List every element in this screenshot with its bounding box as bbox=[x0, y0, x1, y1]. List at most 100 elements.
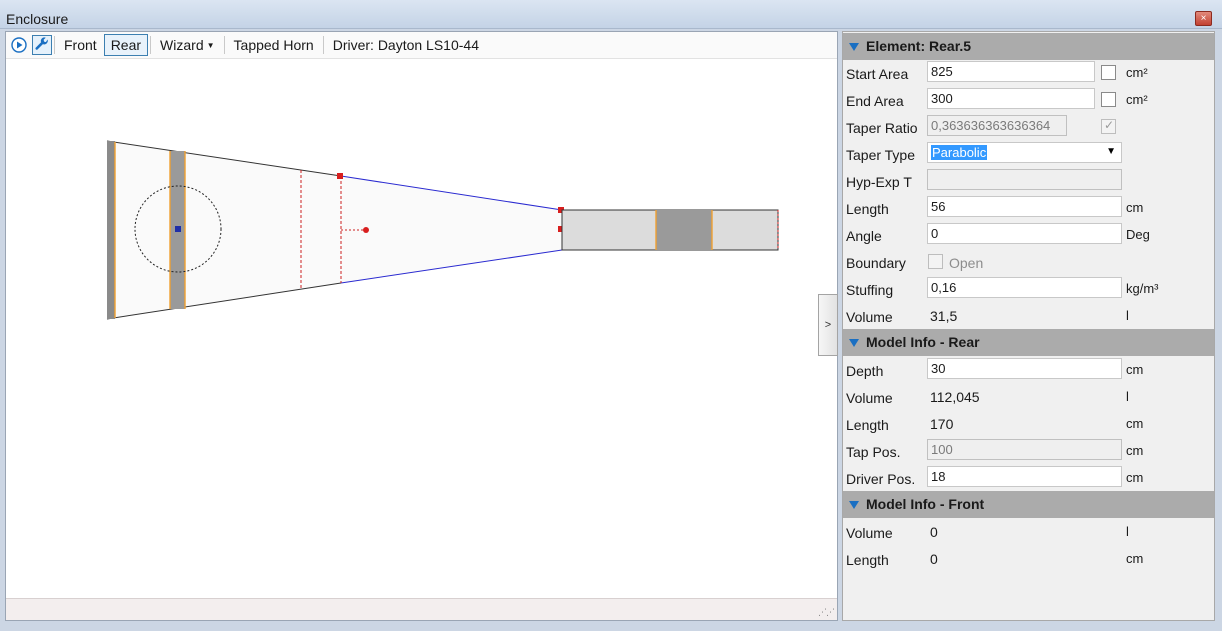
enclosure-view: Front Rear Wizard ▼ Tapped Horn Driver: D… bbox=[5, 31, 838, 621]
play-icon[interactable] bbox=[9, 35, 29, 55]
row-hyp-exp-t: Hyp-Exp T bbox=[843, 167, 1214, 194]
row-rear-length: Length 170 cm bbox=[843, 410, 1214, 437]
length-input[interactable]: 56 bbox=[927, 196, 1122, 217]
row-taper-ratio: Taper Ratio 0,363636363636364 ✓ bbox=[843, 113, 1214, 140]
stuffing-input[interactable]: 0,16 bbox=[927, 277, 1122, 298]
end-area-input[interactable]: 300 bbox=[927, 88, 1095, 109]
row-start-area: Start Area 825 cm² bbox=[843, 59, 1214, 86]
toolbar-separator bbox=[54, 36, 55, 54]
boundary-open-label: Open bbox=[949, 255, 984, 271]
row-stuffing: Stuffing 0,16 kg/m³ bbox=[843, 275, 1214, 302]
rear-volume-label: Volume bbox=[846, 390, 893, 406]
resize-handle[interactable] bbox=[337, 173, 343, 179]
taper-ratio-input: 0,363636363636364 bbox=[927, 115, 1067, 136]
row-end-area: End Area 300 cm² bbox=[843, 86, 1214, 113]
depth-input[interactable]: 30 bbox=[927, 358, 1122, 379]
volume-unit: l bbox=[1126, 308, 1129, 323]
collapse-triangle-icon bbox=[849, 501, 859, 509]
window-titlebar: Enclosure × bbox=[0, 0, 1222, 29]
rear-length-unit: cm bbox=[1126, 416, 1144, 431]
volume-value: 31,5 bbox=[930, 308, 958, 324]
row-front-volume: Volume 0 l bbox=[843, 518, 1214, 545]
front-volume-value: 0 bbox=[930, 524, 938, 540]
toolbar-separator bbox=[150, 36, 152, 54]
driver-pos-label: Driver Pos. bbox=[846, 471, 916, 487]
element-section-header[interactable]: Element: Rear.5 bbox=[843, 33, 1214, 60]
driver-pos-input[interactable]: 18 bbox=[927, 466, 1122, 487]
chevron-down-icon: ▼ bbox=[1106, 146, 1116, 157]
status-bar: ⋰⋰ bbox=[6, 598, 837, 620]
taper-ratio-checkbox: ✓ bbox=[1101, 118, 1116, 134]
resize-grip-icon[interactable]: ⋰⋰ bbox=[818, 607, 835, 618]
angle-input[interactable]: 0 bbox=[927, 223, 1122, 244]
start-area-label: Start Area bbox=[846, 66, 909, 82]
hyp-exp-t-input bbox=[927, 169, 1122, 190]
collapse-triangle-icon bbox=[849, 43, 859, 51]
collapse-panel-button[interactable]: > bbox=[818, 294, 838, 356]
row-volume: Volume 31,5 l bbox=[843, 302, 1214, 329]
start-area-unit: cm² bbox=[1126, 65, 1148, 80]
enclosure-canvas[interactable] bbox=[6, 60, 837, 598]
wizard-label: Wizard bbox=[160, 37, 204, 53]
front-volume-unit: l bbox=[1126, 524, 1129, 539]
stuffing-label: Stuffing bbox=[846, 282, 894, 298]
toolbar-separator bbox=[322, 36, 324, 54]
front-tab[interactable]: Front bbox=[57, 34, 104, 56]
angle-label: Angle bbox=[846, 228, 882, 244]
model-rear-section-header[interactable]: Model Info - Rear bbox=[843, 329, 1214, 356]
end-area-unit: cm² bbox=[1126, 92, 1148, 107]
tap-pos-input: 100 bbox=[927, 439, 1122, 460]
section-title: Model Info - Rear bbox=[866, 334, 980, 350]
driver-button[interactable]: Driver: Dayton LS10-44 bbox=[326, 34, 486, 56]
toolbar: Front Rear Wizard ▼ Tapped Horn Driver: D… bbox=[6, 32, 837, 59]
row-front-length: Length 0 cm bbox=[843, 545, 1214, 572]
depth-label: Depth bbox=[846, 363, 884, 379]
taper-ratio-label: Taper Ratio bbox=[846, 120, 918, 136]
driver-pos-unit: cm bbox=[1126, 470, 1144, 485]
rear-volume-value: 112,045 bbox=[930, 389, 980, 405]
row-tap-pos: Tap Pos. 100 cm bbox=[843, 437, 1214, 464]
start-area-checkbox[interactable] bbox=[1101, 65, 1116, 80]
length-unit: cm bbox=[1126, 200, 1144, 215]
front-length-unit: cm bbox=[1126, 551, 1144, 566]
taper-type-value: Parabolic bbox=[931, 145, 988, 160]
front-length-label: Length bbox=[846, 552, 889, 568]
check-icon: ✓ bbox=[1104, 118, 1115, 132]
section-title: Element: Rear.5 bbox=[866, 38, 972, 54]
rear-length-value: 170 bbox=[930, 416, 954, 432]
rear-tab[interactable]: Rear bbox=[103, 34, 149, 56]
taper-type-select[interactable]: Parabolic ▼ bbox=[927, 142, 1122, 163]
start-area-input[interactable]: 825 bbox=[927, 61, 1095, 82]
row-taper-type: Taper Type Parabolic ▼ bbox=[843, 140, 1214, 167]
wrench-icon[interactable] bbox=[32, 35, 52, 55]
tap-pos-unit: cm bbox=[1126, 443, 1144, 458]
section-title: Model Info - Front bbox=[866, 496, 985, 512]
row-angle: Angle 0 Deg bbox=[843, 221, 1214, 248]
rear-volume-unit: l bbox=[1126, 389, 1129, 404]
length-label: Length bbox=[846, 201, 889, 217]
front-length-value: 0 bbox=[930, 551, 938, 567]
row-boundary: Boundary Open bbox=[843, 248, 1214, 275]
row-driver-pos: Driver Pos. 18 cm bbox=[843, 464, 1214, 491]
tapped-horn-button[interactable]: Tapped Horn bbox=[227, 34, 321, 56]
end-area-checkbox[interactable] bbox=[1101, 92, 1116, 107]
chevron-down-icon: ▼ bbox=[206, 41, 215, 50]
window-title: Enclosure bbox=[6, 11, 69, 27]
element-center-point[interactable] bbox=[363, 227, 369, 233]
front-volume-label: Volume bbox=[846, 525, 893, 541]
taper-type-label: Taper Type bbox=[846, 147, 916, 163]
depth-unit: cm bbox=[1126, 362, 1144, 377]
close-button[interactable]: × bbox=[1195, 11, 1212, 26]
driver-center-marker[interactable] bbox=[175, 226, 181, 232]
angle-unit: Deg bbox=[1126, 227, 1150, 242]
row-rear-volume: Volume 112,045 l bbox=[843, 383, 1214, 410]
tap-pos-label: Tap Pos. bbox=[846, 444, 901, 460]
volume-label: Volume bbox=[846, 309, 893, 325]
model-front-section-header[interactable]: Model Info - Front bbox=[843, 491, 1214, 518]
hyp-exp-t-label: Hyp-Exp T bbox=[846, 174, 912, 190]
wizard-dropdown[interactable]: Wizard ▼ bbox=[153, 34, 221, 56]
closed-end-wall bbox=[107, 141, 115, 319]
rear-length-label: Length bbox=[846, 417, 889, 433]
row-length: Length 56 cm bbox=[843, 194, 1214, 221]
stuffing-unit: kg/m³ bbox=[1126, 281, 1159, 296]
